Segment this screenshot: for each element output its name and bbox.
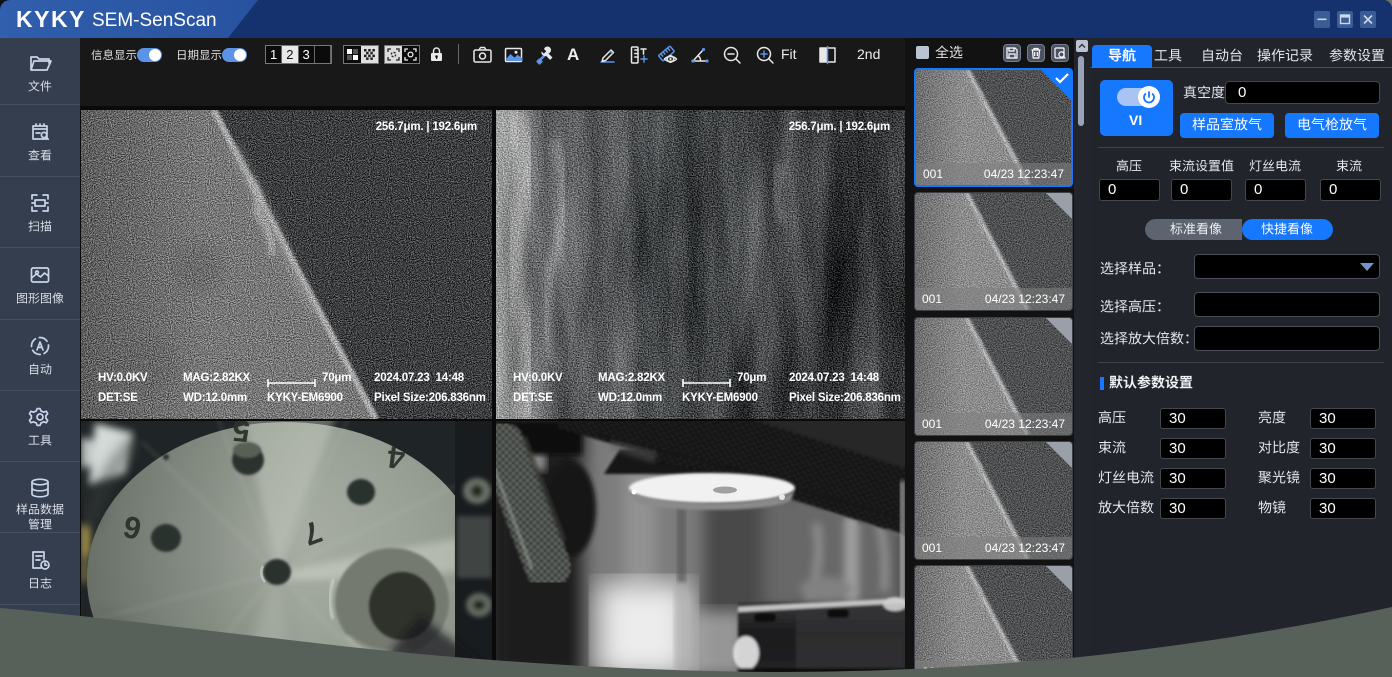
- svg-text:5: 5: [231, 421, 251, 449]
